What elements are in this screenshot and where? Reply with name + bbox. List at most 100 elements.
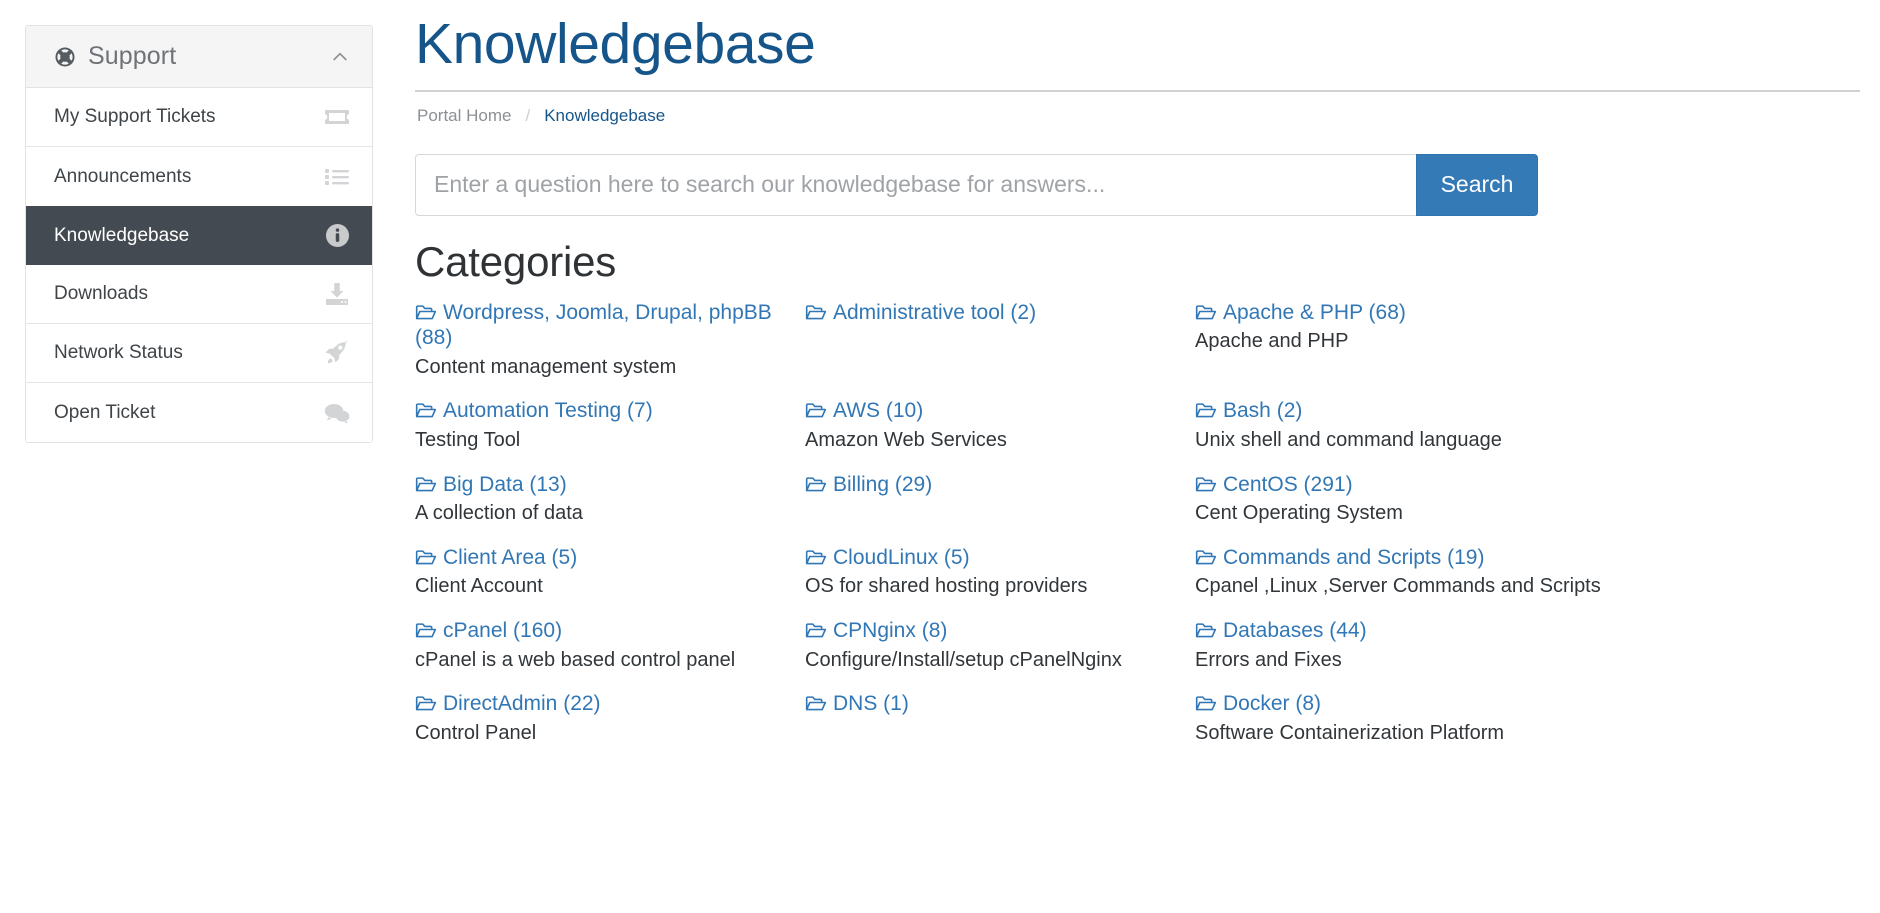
sidebar-item-announcements[interactable]: Announcements bbox=[26, 147, 372, 206]
category-link[interactable]: Commands and Scripts (19) bbox=[1195, 545, 1832, 571]
category-cell: DirectAdmin (22) Control Panel bbox=[415, 691, 805, 746]
category-link[interactable]: Billing (29) bbox=[805, 472, 1167, 498]
folder-open-icon bbox=[1195, 547, 1217, 565]
search-input[interactable] bbox=[415, 153, 1416, 216]
category-description: Cpanel ,Linux ,Server Commands and Scrip… bbox=[1195, 575, 1601, 598]
folder-open-icon bbox=[1195, 302, 1217, 319]
info-circle-icon bbox=[324, 223, 350, 248]
category-description: Errors and Fixes bbox=[1195, 648, 1342, 671]
sidebar-header-title: Support bbox=[88, 42, 177, 70]
category-link[interactable]: DirectAdmin (22) bbox=[415, 691, 777, 717]
list-ul-icon bbox=[324, 165, 350, 189]
category-name: Commands and Scripts (19) bbox=[1223, 545, 1485, 569]
category-cell: cPanel (160) cPanel is a web based contro… bbox=[415, 618, 805, 673]
category-link[interactable]: Bash (2) bbox=[1195, 398, 1832, 424]
category-link[interactable]: Client Area (5) bbox=[415, 545, 777, 571]
category-cell: Billing (29) bbox=[805, 472, 1195, 498]
category-cell: CPNginx (8) Configure/Install/setup cPane… bbox=[805, 618, 1195, 673]
category-link[interactable]: Databases (44) bbox=[1195, 618, 1832, 644]
sidebar-header-support[interactable]: Support bbox=[26, 26, 372, 88]
category-description: Control Panel bbox=[415, 721, 537, 744]
folder-open-icon bbox=[805, 547, 827, 565]
sidebar-item-downloads[interactable]: Downloads bbox=[26, 265, 372, 324]
breadcrumb-portal-home[interactable]: Portal Home bbox=[417, 106, 511, 126]
page-title: Knowledgebase bbox=[415, 12, 1860, 92]
category-link[interactable]: Administrative tool (2) bbox=[805, 300, 1167, 326]
main-content: Knowledgebase Portal Home / Knowledgebas… bbox=[373, 0, 1880, 913]
categories-heading: Categories bbox=[415, 237, 617, 285]
folder-open-icon bbox=[415, 474, 437, 491]
sidebar-item-label: Open Ticket bbox=[54, 401, 156, 423]
category-cell: Administrative tool (2) bbox=[805, 300, 1195, 326]
sidebar-nav-list: My Support Tickets Announcements Knowled… bbox=[26, 88, 372, 442]
chevron-up-icon[interactable] bbox=[330, 47, 350, 67]
breadcrumb-knowledgebase[interactable]: Knowledgebase bbox=[544, 106, 665, 126]
category-name: CentOS (291) bbox=[1223, 472, 1353, 496]
category-name: Big Data (13) bbox=[443, 472, 567, 496]
folder-open-icon bbox=[415, 693, 437, 711]
category-name: AWS (10) bbox=[833, 399, 924, 423]
category-description: Testing Tool bbox=[415, 428, 521, 451]
sidebar-item-label: Knowledgebase bbox=[54, 224, 190, 246]
category-cell: Big Data (13) A collection of data bbox=[415, 472, 805, 527]
category-name: Administrative tool (2) bbox=[833, 300, 1037, 324]
support-sidebar: Support My Support Tickets Announcements bbox=[25, 25, 373, 443]
folder-open-icon bbox=[1195, 474, 1217, 491]
folder-open-icon bbox=[805, 693, 827, 711]
category-name: DNS (1) bbox=[833, 692, 909, 716]
rocket-icon bbox=[324, 340, 350, 365]
category-link[interactable]: Automation Testing (7) bbox=[415, 398, 777, 424]
category-description: Configure/Install/setup cPanelNginx bbox=[805, 648, 1122, 671]
category-description: cPanel is a web based control panel bbox=[415, 648, 736, 671]
folder-open-icon bbox=[1195, 620, 1217, 638]
category-cell: CloudLinux (5) OS for shared hosting prov… bbox=[805, 545, 1195, 600]
category-description: A collection of data bbox=[415, 502, 583, 525]
category-name: Billing (29) bbox=[833, 472, 933, 496]
category-cell: Automation Testing (7) Testing Tool bbox=[415, 398, 805, 453]
folder-open-icon bbox=[1195, 693, 1217, 711]
sidebar-item-label: My Support Tickets bbox=[54, 106, 216, 127]
category-link[interactable]: AWS (10) bbox=[805, 398, 1167, 424]
category-link[interactable]: CPNginx (8) bbox=[805, 618, 1167, 644]
category-cell: Wordpress, Joomla, Drupal, phpBB (88) Con… bbox=[415, 300, 805, 381]
category-cell: DNS (1) bbox=[805, 691, 1195, 717]
sidebar-item-network-status[interactable]: Network Status bbox=[26, 324, 372, 383]
category-description: Apache and PHP bbox=[1195, 330, 1349, 353]
category-description: Unix shell and command language bbox=[1195, 428, 1502, 451]
knowledgebase-search-bar: Search bbox=[415, 153, 1538, 216]
folder-open-icon bbox=[415, 620, 437, 638]
category-link[interactable]: CloudLinux (5) bbox=[805, 545, 1167, 571]
folder-open-icon bbox=[415, 400, 437, 418]
category-cell: Databases (44) Errors and Fixes bbox=[1195, 618, 1860, 673]
category-link[interactable]: Big Data (13) bbox=[415, 472, 777, 498]
category-link[interactable]: Docker (8) bbox=[1195, 691, 1832, 717]
sidebar-item-open-ticket[interactable]: Open Ticket bbox=[26, 383, 372, 442]
search-button[interactable]: Search bbox=[1416, 153, 1538, 216]
category-cell: Apache & PHP (68) Apache and PHP bbox=[1195, 300, 1860, 355]
breadcrumb: Portal Home / Knowledgebase bbox=[417, 106, 1860, 126]
category-description: Amazon Web Services bbox=[805, 428, 1007, 451]
sidebar-item-my-support-tickets[interactable]: My Support Tickets bbox=[26, 88, 372, 147]
category-name: Wordpress, Joomla, Drupal, phpBB (88) bbox=[415, 300, 772, 350]
category-name: CloudLinux (5) bbox=[833, 545, 970, 569]
category-link[interactable]: Apache & PHP (68) bbox=[1195, 300, 1832, 326]
category-cell: AWS (10) Amazon Web Services bbox=[805, 398, 1195, 453]
category-link[interactable]: CentOS (291) bbox=[1195, 472, 1832, 498]
folder-open-icon bbox=[805, 620, 827, 638]
category-description: Software Containerization Platform bbox=[1195, 721, 1505, 744]
category-name: DirectAdmin (22) bbox=[443, 692, 601, 716]
category-link[interactable]: cPanel (160) bbox=[415, 618, 777, 644]
category-name: Bash (2) bbox=[1223, 399, 1303, 423]
category-link[interactable]: DNS (1) bbox=[805, 691, 1167, 717]
folder-open-icon bbox=[805, 474, 827, 491]
category-name: Docker (8) bbox=[1223, 692, 1322, 716]
category-name: Databases (44) bbox=[1223, 618, 1367, 642]
category-name: Apache & PHP (68) bbox=[1223, 300, 1406, 324]
category-name: CPNginx (8) bbox=[833, 618, 948, 642]
category-name: cPanel (160) bbox=[443, 618, 563, 642]
sidebar-item-label: Network Status bbox=[54, 342, 183, 363]
sidebar-item-knowledgebase[interactable]: Knowledgebase bbox=[26, 206, 372, 265]
category-link[interactable]: Wordpress, Joomla, Drupal, phpBB (88) bbox=[415, 300, 777, 351]
category-description: Cent Operating System bbox=[1195, 502, 1403, 525]
ticket-icon bbox=[324, 105, 350, 129]
